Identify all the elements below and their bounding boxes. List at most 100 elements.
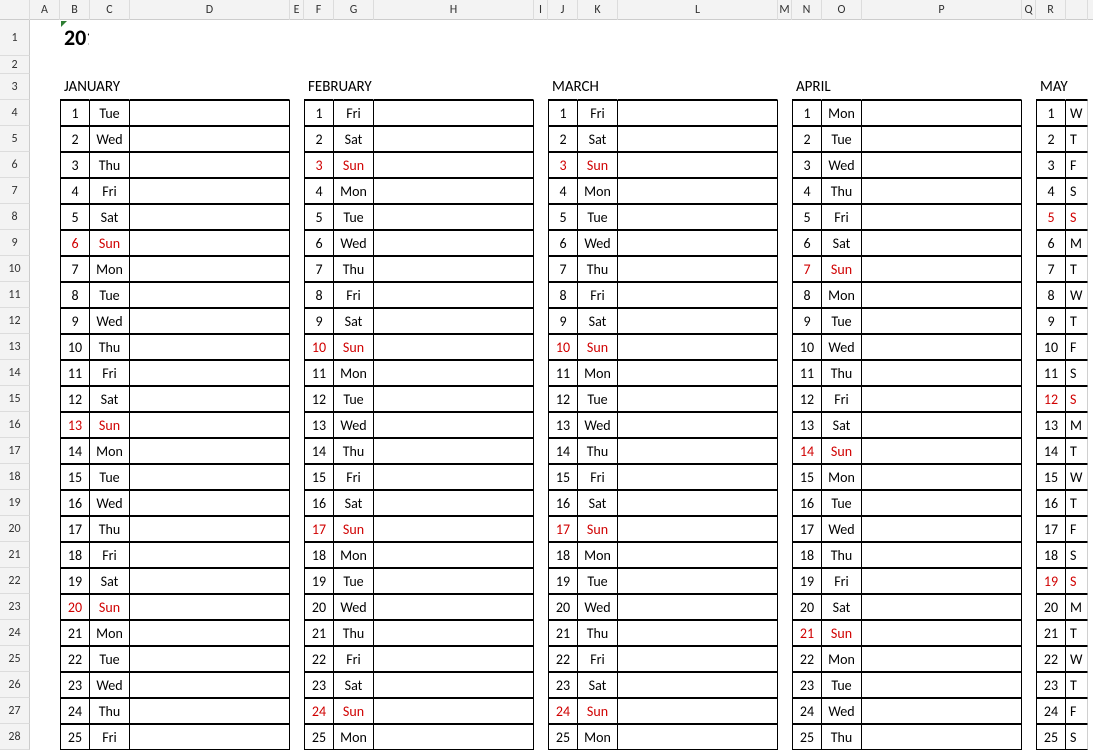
cell[interactable] <box>30 594 60 620</box>
cell[interactable] <box>578 20 618 56</box>
cell[interactable] <box>1022 386 1036 412</box>
day-notes[interactable] <box>130 698 290 724</box>
day-number[interactable]: 14 <box>304 438 334 464</box>
day-notes[interactable] <box>618 698 778 724</box>
cell[interactable] <box>778 56 792 74</box>
cell[interactable] <box>1022 256 1036 282</box>
day-number[interactable]: 5 <box>548 204 578 230</box>
day-notes[interactable] <box>130 516 290 542</box>
day-number[interactable]: 8 <box>548 282 578 308</box>
cell[interactable] <box>304 56 334 74</box>
day-notes[interactable] <box>618 516 778 542</box>
cell[interactable] <box>374 74 534 100</box>
cell[interactable] <box>30 542 60 568</box>
cell[interactable] <box>290 594 304 620</box>
day-name[interactable]: Wed <box>334 230 374 256</box>
day-name[interactable]: Fri <box>822 386 862 412</box>
cell[interactable] <box>334 20 374 56</box>
cell[interactable] <box>1022 568 1036 594</box>
day-notes[interactable] <box>618 542 778 568</box>
row-header[interactable]: 27 <box>0 698 30 724</box>
day-number[interactable]: 11 <box>304 360 334 386</box>
cell[interactable] <box>778 20 792 56</box>
day-name[interactable]: W <box>1066 646 1088 672</box>
day-notes[interactable] <box>862 698 1022 724</box>
cell[interactable] <box>90 74 130 100</box>
day-number[interactable]: 7 <box>304 256 334 282</box>
day-notes[interactable] <box>130 490 290 516</box>
day-notes[interactable] <box>618 620 778 646</box>
row-header[interactable]: 6 <box>0 152 30 178</box>
day-notes[interactable] <box>130 308 290 334</box>
year-cell[interactable]: 2019 <box>60 20 90 56</box>
day-number[interactable]: 13 <box>304 412 334 438</box>
col-header[interactable]: N <box>792 0 822 20</box>
month-header[interactable]: JANUARY <box>60 74 90 100</box>
day-number[interactable]: 7 <box>1036 256 1066 282</box>
cell[interactable] <box>90 20 130 56</box>
day-notes[interactable] <box>862 464 1022 490</box>
day-notes[interactable] <box>130 230 290 256</box>
cell[interactable] <box>30 516 60 542</box>
day-name[interactable]: Tue <box>578 386 618 412</box>
day-name[interactable]: M <box>1066 412 1088 438</box>
cell[interactable] <box>534 56 548 74</box>
cell[interactable] <box>778 542 792 568</box>
day-name[interactable]: Sat <box>822 594 862 620</box>
day-number[interactable]: 3 <box>304 152 334 178</box>
day-notes[interactable] <box>618 464 778 490</box>
day-name[interactable]: Sun <box>90 412 130 438</box>
day-name[interactable]: Thu <box>334 256 374 282</box>
day-name[interactable]: Sun <box>822 438 862 464</box>
cell[interactable] <box>290 724 304 750</box>
cell[interactable] <box>548 20 578 56</box>
cell[interactable] <box>778 438 792 464</box>
cell[interactable] <box>30 698 60 724</box>
col-header[interactable]: G <box>334 0 374 20</box>
day-number[interactable]: 12 <box>304 386 334 412</box>
day-number[interactable]: 20 <box>304 594 334 620</box>
cell[interactable] <box>30 334 60 360</box>
day-name[interactable]: Wed <box>90 672 130 698</box>
cell[interactable] <box>578 74 618 100</box>
day-name[interactable]: Sun <box>578 152 618 178</box>
cell[interactable] <box>534 20 548 56</box>
day-name[interactable]: Mon <box>578 542 618 568</box>
day-notes[interactable] <box>862 516 1022 542</box>
day-number[interactable]: 14 <box>548 438 578 464</box>
day-number[interactable]: 24 <box>304 698 334 724</box>
cell[interactable] <box>1022 620 1036 646</box>
day-notes[interactable] <box>130 672 290 698</box>
cell[interactable] <box>374 20 534 56</box>
cell[interactable] <box>30 256 60 282</box>
day-notes[interactable] <box>862 386 1022 412</box>
cell[interactable] <box>1022 698 1036 724</box>
day-number[interactable]: 23 <box>792 672 822 698</box>
day-name[interactable]: Mon <box>90 620 130 646</box>
cell[interactable] <box>1022 178 1036 204</box>
cell[interactable] <box>778 516 792 542</box>
cell[interactable] <box>304 20 334 56</box>
day-notes[interactable] <box>374 438 534 464</box>
cell[interactable] <box>534 620 548 646</box>
day-notes[interactable] <box>374 282 534 308</box>
day-notes[interactable] <box>618 594 778 620</box>
day-notes[interactable] <box>374 152 534 178</box>
day-notes[interactable] <box>374 178 534 204</box>
day-notes[interactable] <box>374 126 534 152</box>
col-header[interactable]: K <box>578 0 618 20</box>
cell[interactable] <box>30 490 60 516</box>
cell[interactable] <box>290 334 304 360</box>
day-name[interactable]: Thu <box>822 724 862 750</box>
cell[interactable] <box>30 724 60 750</box>
day-name[interactable]: Tue <box>334 386 374 412</box>
day-number[interactable]: 11 <box>548 360 578 386</box>
day-number[interactable]: 11 <box>60 360 90 386</box>
day-name[interactable]: Thu <box>822 542 862 568</box>
day-number[interactable]: 19 <box>792 568 822 594</box>
cell[interactable] <box>1022 230 1036 256</box>
day-name[interactable]: Mon <box>822 646 862 672</box>
cell[interactable] <box>90 56 130 74</box>
day-number[interactable]: 15 <box>60 464 90 490</box>
day-number[interactable]: 18 <box>792 542 822 568</box>
